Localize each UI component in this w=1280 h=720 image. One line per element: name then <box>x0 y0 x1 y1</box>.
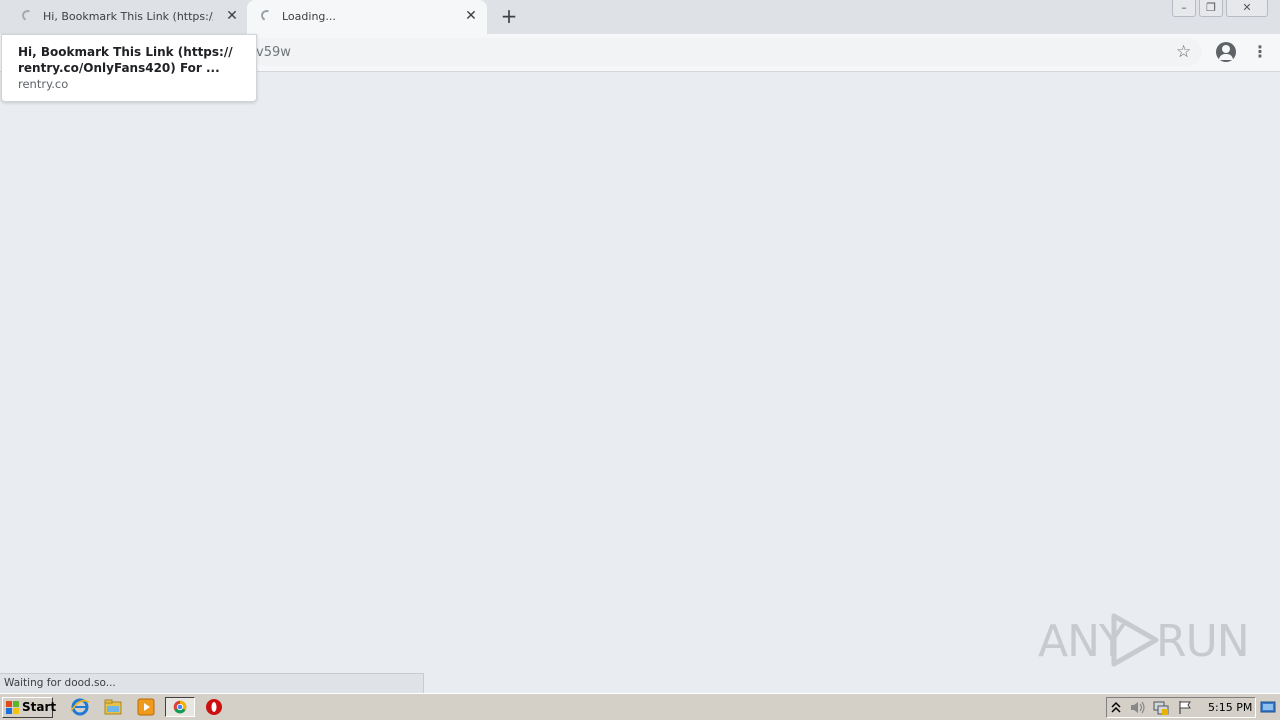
address-bar[interactable]: v59w <box>250 38 1202 66</box>
tab-bookmark-link[interactable]: Hi, Bookmark This Link (https://rentry.c… <box>0 0 246 34</box>
restore-button[interactable]: ❐ <box>1199 0 1223 17</box>
loading-spinner-icon <box>259 8 274 23</box>
tab-title: Loading... <box>282 10 336 23</box>
taskbar-clock[interactable]: 5:15 PM <box>1208 701 1252 714</box>
address-bar-url: v59w <box>256 45 291 60</box>
tab-strip: Hi, Bookmark This Link (https://rentry.c… <box>0 0 1280 34</box>
show-desktop-icon[interactable] <box>1260 698 1276 716</box>
bookmark-star-icon[interactable]: ☆ <box>1176 42 1191 62</box>
internet-explorer-icon[interactable] <box>69 697 91 717</box>
explorer-folder-icon[interactable] <box>102 697 124 717</box>
tab-close-icon[interactable]: ✕ <box>225 9 239 23</box>
tray-expand-icon[interactable] <box>1111 701 1121 714</box>
close-window-button[interactable]: ✕ <box>1226 0 1268 17</box>
volume-icon[interactable] <box>1129 700 1147 715</box>
status-bubble: Waiting for dood.so... <box>0 673 424 693</box>
watermark-text-right: RUN <box>1156 616 1250 667</box>
page-content <box>0 72 1280 673</box>
media-player-icon[interactable] <box>135 697 157 717</box>
loading-spinner-icon <box>20 8 35 23</box>
network-icon[interactable] <box>1153 700 1169 715</box>
new-tab-button[interactable]: + <box>499 6 519 26</box>
anyrun-watermark: ANY RUN <box>1038 612 1250 672</box>
minimize-button[interactable]: – <box>1172 0 1196 17</box>
opera-icon[interactable] <box>203 697 225 717</box>
chrome-icon[interactable] <box>165 697 195 717</box>
status-text: Waiting for dood.so... <box>4 677 116 689</box>
taskbar: Start 5:15 PM <box>0 693 1280 720</box>
tab-title: Hi, Bookmark This Link (https://rentry.c… <box>43 10 213 23</box>
tab-loading[interactable]: Loading... ✕ <box>247 0 487 34</box>
windows-logo-icon <box>6 701 19 714</box>
action-center-flag-icon[interactable] <box>1177 700 1193 715</box>
start-button[interactable]: Start <box>2 697 57 718</box>
profile-icon[interactable] <box>1216 42 1236 62</box>
window-controls: – ❐ ✕ <box>1169 0 1268 18</box>
menu-icon[interactable]: ⋮ <box>1252 42 1268 62</box>
watermark-play-icon <box>1111 613 1159 667</box>
tab-close-icon[interactable]: ✕ <box>464 9 478 23</box>
start-label: Start <box>22 700 57 714</box>
